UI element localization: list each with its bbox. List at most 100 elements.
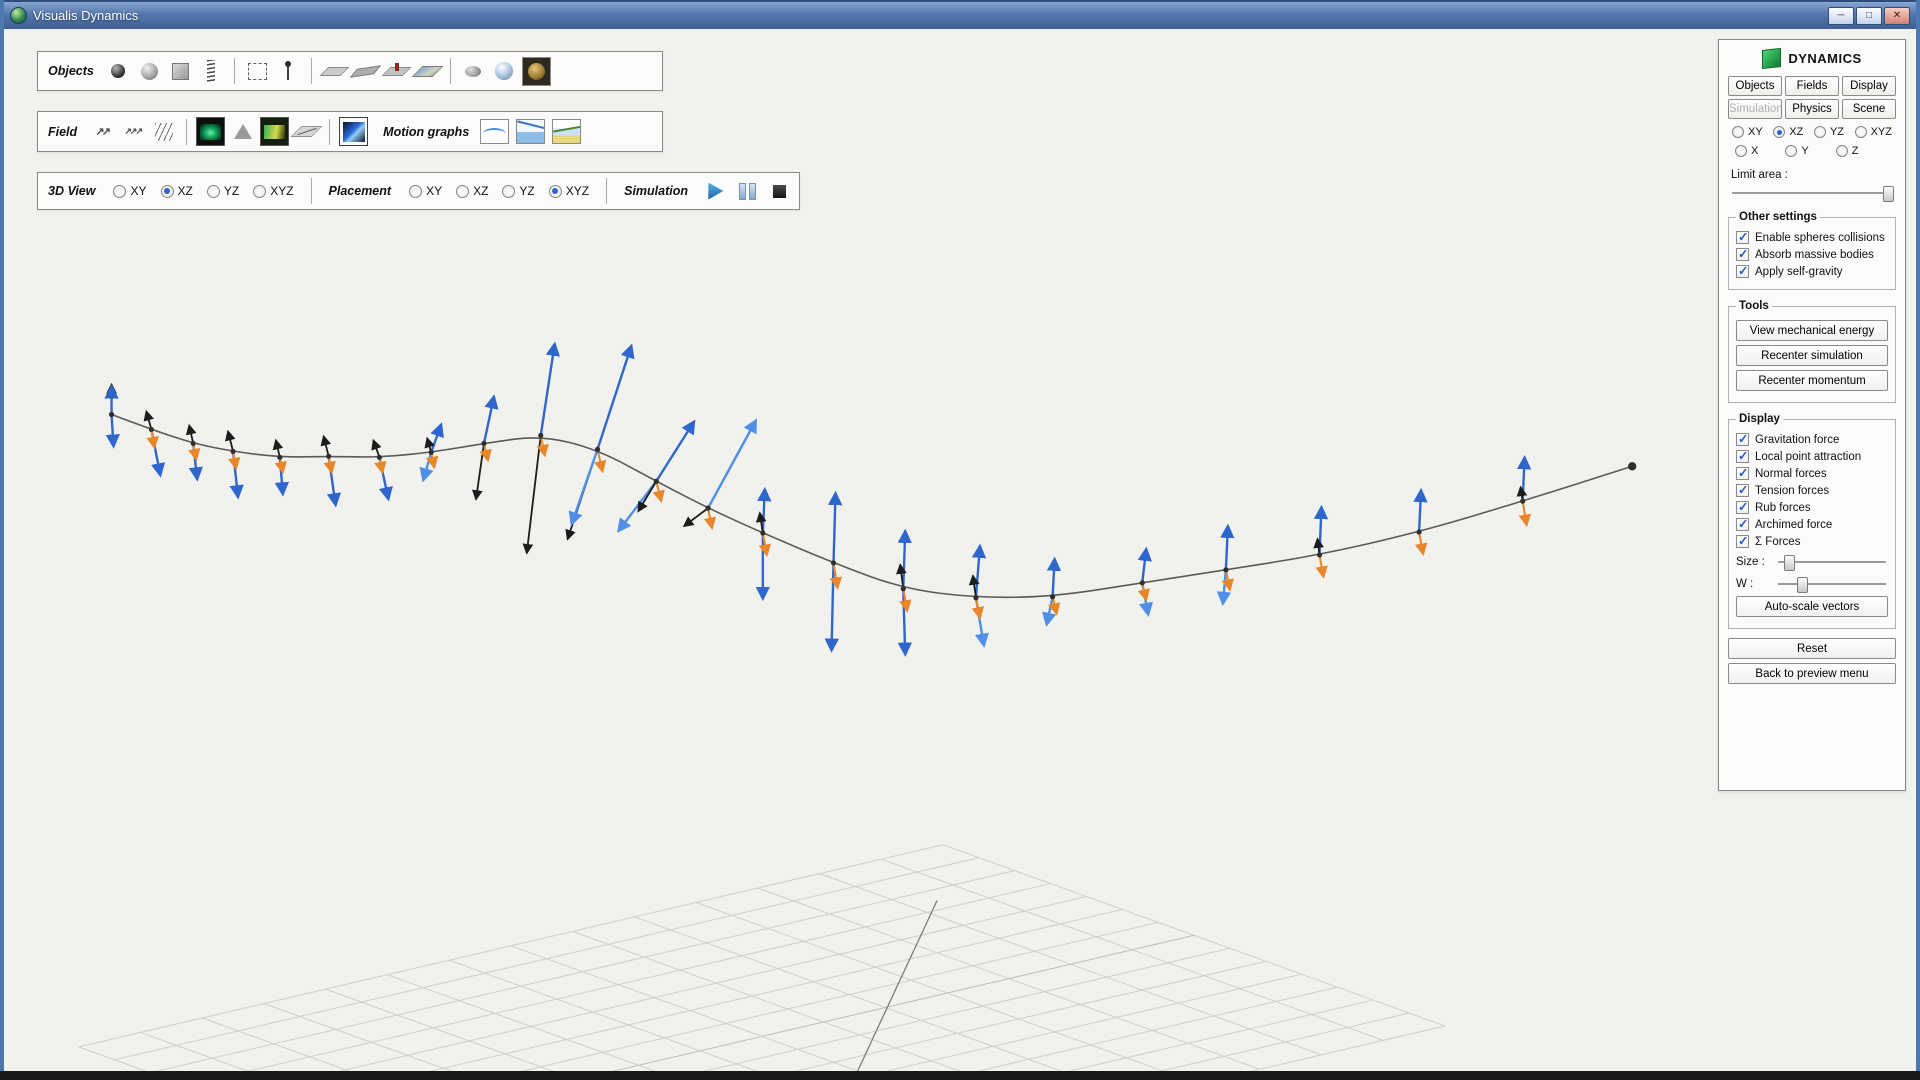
view-radio-xyz[interactable]: XYZ: [253, 184, 293, 198]
graph-line-icon[interactable]: [480, 119, 509, 144]
checkbox-gravitation-force[interactable]: Gravitation force: [1736, 433, 1888, 446]
size-slider[interactable]: [1776, 554, 1888, 570]
minimize-button[interactable]: ─: [1828, 7, 1854, 25]
checkbox-tension-forces[interactable]: Tension forces: [1736, 484, 1888, 497]
placement-radio-xyz[interactable]: XYZ: [549, 184, 589, 198]
radio-label: Y: [1801, 145, 1808, 157]
titlebar[interactable]: Visualis Dynamics ─ □ ✕: [4, 0, 1916, 29]
sphere-shiny-icon[interactable]: [491, 58, 518, 85]
tab-simulation[interactable]: Simulation: [1728, 99, 1782, 119]
tab-scene[interactable]: Scene: [1842, 99, 1896, 119]
surface-green-icon[interactable]: [196, 117, 225, 146]
arrows-dense-icon[interactable]: [119, 118, 146, 145]
plane-flat-icon[interactable]: [321, 58, 348, 85]
radio-icon: [161, 185, 174, 198]
tab-fields[interactable]: Fields: [1785, 76, 1839, 96]
slider-thumb[interactable]: [1797, 577, 1808, 593]
graph-area-icon[interactable]: [516, 119, 545, 144]
play-button[interactable]: [706, 178, 726, 204]
slider-track[interactable]: [1732, 192, 1892, 195]
stop-button[interactable]: [769, 178, 789, 204]
close-button[interactable]: ✕: [1884, 7, 1910, 25]
slider-track[interactable]: [1778, 583, 1886, 586]
checkbox-label: Enable spheres collisions: [1755, 232, 1885, 244]
texture-blue-icon[interactable]: [339, 117, 368, 146]
cube-icon[interactable]: [167, 58, 194, 85]
plane-image-icon[interactable]: [414, 58, 441, 85]
placement-radio-xz[interactable]: XZ: [456, 184, 488, 198]
sphere-gray-icon[interactable]: [136, 58, 163, 85]
button-recenter-momentum[interactable]: Recenter momentum: [1736, 370, 1888, 391]
size-label: Size :: [1736, 556, 1770, 568]
checkbox-icon: [1736, 450, 1749, 463]
sphere-gold-icon[interactable]: [522, 57, 551, 86]
maximize-button[interactable]: □: [1856, 7, 1882, 25]
checkbox-normal-forces[interactable]: Normal forces: [1736, 467, 1888, 480]
checkbox-apply-self-gravity[interactable]: Apply self-gravity: [1736, 265, 1888, 278]
objects-toolbar: Objects: [37, 51, 663, 91]
reset-button[interactable]: Reset: [1728, 638, 1896, 659]
view-radio-xy[interactable]: XY: [113, 184, 146, 198]
arrows-sparse-icon[interactable]: [88, 118, 115, 145]
plane-radio-yz[interactable]: YZ: [1814, 126, 1844, 138]
spring-icon[interactable]: [198, 58, 225, 85]
pause-button[interactable]: [738, 178, 758, 204]
slider-thumb[interactable]: [1883, 186, 1894, 202]
blob-icon[interactable]: [460, 58, 487, 85]
toolbar-separator: [311, 178, 312, 204]
axis-radio-z[interactable]: Z: [1836, 145, 1859, 157]
button-view-mechanical-energy[interactable]: View mechanical energy: [1736, 320, 1888, 341]
other-settings-group: Other settings Enable spheres collisions…: [1728, 211, 1896, 290]
radio-label: YZ: [1830, 126, 1844, 138]
checkbox-local-point-attraction[interactable]: Local point attraction: [1736, 450, 1888, 463]
lines-diag-icon[interactable]: [150, 118, 177, 145]
view-radio-xz[interactable]: XZ: [161, 184, 193, 198]
radio-label: YZ: [224, 184, 239, 198]
view-radio-yz[interactable]: YZ: [207, 184, 239, 198]
radio-label: XYZ: [270, 184, 293, 198]
plane-radio-group: XY XZ YZ XYZ: [1728, 126, 1896, 138]
plane-radio-xz[interactable]: XZ: [1773, 126, 1803, 138]
plane-line-icon[interactable]: [293, 118, 320, 145]
w-slider[interactable]: [1776, 576, 1888, 592]
pin-icon[interactable]: [275, 58, 302, 85]
wire-cube-icon[interactable]: [244, 58, 271, 85]
checkbox-icon: [1736, 231, 1749, 244]
back-to-preview-menu-button[interactable]: Back to preview menu: [1728, 663, 1896, 684]
axis-radio-x[interactable]: X: [1735, 145, 1758, 157]
display-group: Display Gravitation force Local point att…: [1728, 413, 1896, 629]
checkbox-icon: [1736, 433, 1749, 446]
checkbox-archimed-force[interactable]: Archimed force: [1736, 518, 1888, 531]
motion-graphs-label: Motion graphs: [383, 125, 469, 139]
checkbox-absorb-massive-bodies[interactable]: Absorb massive bodies: [1736, 248, 1888, 261]
placement-radio-xy[interactable]: XY: [409, 184, 442, 198]
checkbox-rub-forces[interactable]: Rub forces: [1736, 501, 1888, 514]
surface-colored-icon[interactable]: [260, 117, 289, 146]
plane-radio-xyz[interactable]: XYZ: [1855, 126, 1892, 138]
tab-display[interactable]: Display: [1842, 76, 1896, 96]
limit-area-slider[interactable]: [1730, 185, 1894, 201]
plane-tilted-icon[interactable]: [352, 58, 379, 85]
window-controls: ─ □ ✕: [1828, 7, 1910, 25]
tab-physics[interactable]: Physics: [1785, 99, 1839, 119]
display-title: Display: [1736, 413, 1783, 425]
axis-radio-y[interactable]: Y: [1785, 145, 1808, 157]
auto-scale-vectors-button[interactable]: Auto-scale vectors: [1736, 596, 1888, 617]
plane-marked-icon[interactable]: [383, 58, 410, 85]
panel-tab-row-2: SimulationPhysicsScene: [1728, 99, 1896, 119]
button-recenter-simulation[interactable]: Recenter simulation: [1736, 345, 1888, 366]
slider-thumb[interactable]: [1784, 555, 1795, 571]
checkbox-icon: [1736, 467, 1749, 480]
plane-radio-xy[interactable]: XY: [1732, 126, 1763, 138]
checkbox-enable-spheres-collisions[interactable]: Enable spheres collisions: [1736, 231, 1888, 244]
placement-radio-yz[interactable]: YZ: [502, 184, 534, 198]
sphere-dark-icon[interactable]: [105, 58, 132, 85]
checkbox-icon: [1736, 535, 1749, 548]
radio-icon: [1785, 145, 1797, 157]
tab-objects[interactable]: Objects: [1728, 76, 1782, 96]
checkbox--forces[interactable]: Σ Forces: [1736, 535, 1888, 548]
3d-viewport[interactable]: [4, 0, 1916, 1076]
cone-icon[interactable]: [229, 118, 256, 145]
graph-multi-icon[interactable]: [552, 119, 581, 144]
app-window: Visualis Dynamics ─ □ ✕ Objects Field Mo…: [0, 0, 1920, 1080]
